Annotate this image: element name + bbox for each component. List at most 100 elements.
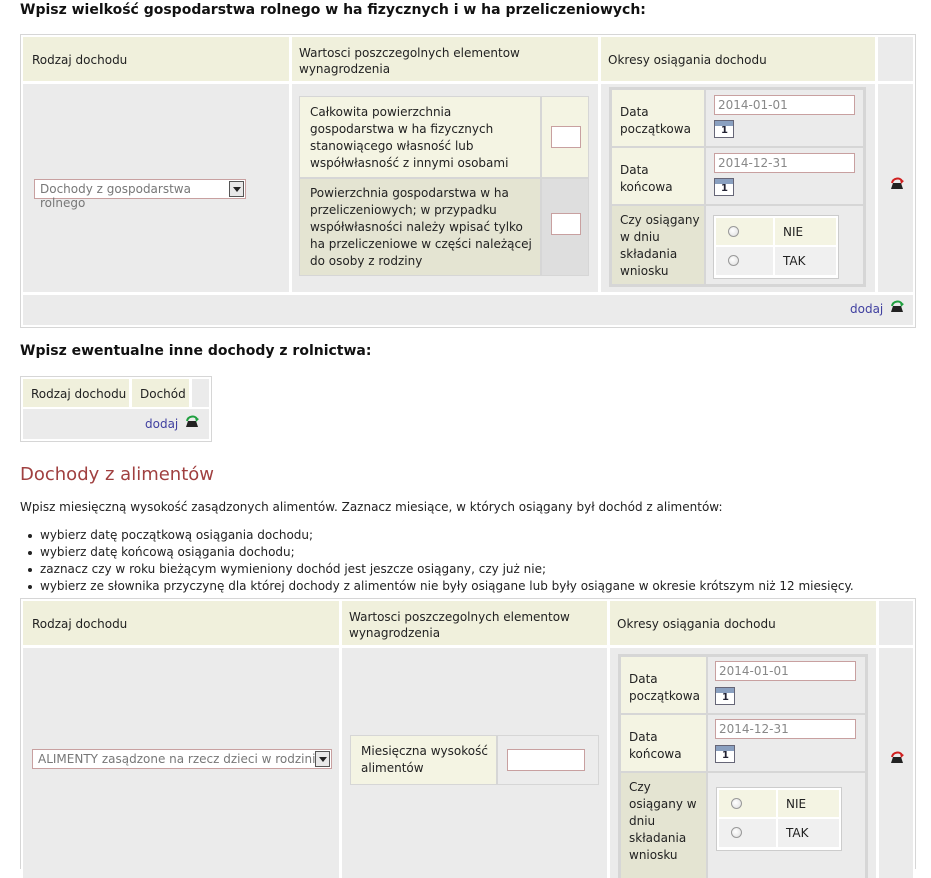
alimenty-input-cell: [498, 736, 598, 784]
czy-label: Czy osiągany w dniu składania wniosku: [620, 213, 700, 278]
actions-cell: [878, 84, 913, 292]
radio-nie-label-cell: NIE: [775, 218, 836, 245]
instruction-item: wybierz datę początkową osiągania dochod…: [20, 527, 920, 544]
date-end-value-cell: 2014-12-31 1: [708, 715, 865, 771]
alimenty-amount-input[interactable]: [507, 749, 585, 771]
section2-col-actions: [192, 379, 209, 407]
field2-input-cell: [542, 179, 588, 275]
date-end-input[interactable]: 2014-12-31: [714, 153, 855, 173]
wartosci-cell: Całkowita powierzchnia gospodarstwa w ha…: [292, 84, 598, 292]
date-end-label-cell: Data końcowa: [621, 715, 706, 771]
alimenty-type-select-value: ALIMENTY zasądzone na rzecz dzieci w rod…: [38, 752, 323, 766]
field1-label-cell: Całkowita powierzchnia gospodarstwa w ha…: [300, 97, 540, 177]
field2-input[interactable]: [551, 213, 581, 235]
actions-cell: [879, 648, 913, 878]
radio-nie-label: NIE: [783, 225, 804, 239]
alimenty-intro: Wpisz miesięczną wysokość zasądzonych al…: [20, 500, 723, 514]
date-start-input[interactable]: 2014-01-01: [715, 661, 856, 681]
radio-nie-cell: [719, 790, 776, 817]
col-header-rodzaj-label: Rodzaj dochodu: [32, 617, 128, 631]
date-start-label: Data początkowa: [629, 672, 700, 703]
radio-tak-label: TAK: [786, 826, 809, 840]
section2-col-rodzaj-label: Rodzaj dochodu: [31, 387, 127, 401]
col-header-okresy: Okresy osiągania dochodu: [601, 37, 875, 81]
czy-value-cell: NIE TAK: [706, 206, 863, 284]
field1-input[interactable]: [551, 126, 581, 148]
date-end-label: Data końcowa: [620, 163, 673, 194]
instruction-item: wybierz ze słownika przyczynę dla której…: [20, 578, 920, 595]
date-end-label: Data końcowa: [629, 730, 682, 761]
radio-tak-label-cell: TAK: [778, 819, 839, 847]
add-link[interactable]: dodaj: [850, 302, 883, 316]
alimenty-field-label: Miesięczna wysokość alimentów: [361, 744, 488, 775]
okresy-inner: Data początkowa 2014-01-01 1 Data końcow…: [618, 654, 868, 878]
col-header-okresy-label: Okresy osiągania dochodu: [617, 617, 776, 631]
col-header-wartosci-label: Wartosci poszczegolnych elementow wynagr…: [299, 46, 520, 76]
section1-table: Rodzaj dochodu Wartosci poszczegolnych e…: [20, 34, 916, 328]
radio-nie[interactable]: [731, 798, 742, 809]
instruction-item: zaznacz czy w roku bieżącym wymieniony d…: [20, 561, 920, 578]
czy-value-cell: NIE TAK: [708, 773, 865, 878]
section1-heading: Wpisz wielkość gospodarstwa rolnego w ha…: [20, 2, 646, 18]
col-header-rodzaj: Rodzaj dochodu: [23, 601, 339, 645]
radio-tak[interactable]: [731, 827, 742, 838]
field1-input-cell: [542, 97, 588, 177]
calendar-icon[interactable]: 1: [714, 120, 734, 138]
alimenty-type-select[interactable]: ALIMENTY zasądzone na rzecz dzieci w rod…: [32, 749, 332, 769]
radio-nie-label: NIE: [786, 797, 807, 811]
czy-label-cell: Czy osiągany w dniu składania wniosku: [612, 206, 704, 284]
radio-tak-cell: [716, 247, 773, 275]
rodzaj-cell: ALIMENTY zasądzone na rzecz dzieci w rod…: [23, 648, 339, 878]
col-header-okresy: Okresy osiągania dochodu: [610, 601, 876, 645]
alimenty-instructions: wybierz datę początkową osiągania dochod…: [20, 527, 920, 595]
chevron-down-icon[interactable]: [315, 751, 330, 767]
field2-label: Powierzchnia gospodarstwa w ha przelicze…: [310, 186, 532, 268]
calendar-icon[interactable]: 1: [715, 687, 735, 705]
remove-row-icon[interactable]: [888, 177, 906, 191]
col-header-rodzaj-label: Rodzaj dochodu: [32, 53, 128, 67]
radio-group: NIE TAK: [713, 215, 839, 279]
section1-footer: dodaj: [23, 295, 913, 325]
date-end-input[interactable]: 2014-12-31: [715, 719, 856, 739]
add-row-icon[interactable]: [183, 415, 201, 429]
date-end-value-cell: 2014-12-31 1: [706, 148, 863, 204]
section3-table: Rodzaj dochodu Wartosci poszczegolnych e…: [20, 598, 916, 878]
radio-tak-cell: [719, 819, 776, 847]
field2-label-cell: Powierzchnia gospodarstwa w ha przelicze…: [300, 179, 540, 275]
col-header-wartosci-label: Wartosci poszczegolnych elementow wynagr…: [349, 610, 570, 640]
radio-tak-label: TAK: [783, 254, 806, 268]
radio-nie-label-cell: NIE: [778, 790, 839, 817]
col-header-wartosci: Wartosci poszczegolnych elementow wynagr…: [342, 601, 607, 645]
radio-tak[interactable]: [728, 255, 739, 266]
alimenty-field-label-cell: Miesięczna wysokość alimentów: [351, 736, 496, 784]
section2-col-dochod: Dochód: [132, 379, 189, 407]
wartosci-inner: Miesięczna wysokość alimentów: [350, 735, 599, 785]
radio-nie[interactable]: [728, 226, 739, 237]
chevron-down-icon[interactable]: [229, 181, 244, 197]
income-type-select[interactable]: Dochody z gospodarstwa rolnego: [34, 179, 246, 210]
col-header-actions: [879, 601, 913, 645]
alimenty-title: Dochody z alimentów: [20, 464, 215, 485]
add-link[interactable]: dodaj: [145, 417, 178, 431]
section2-col-rodzaj: Rodzaj dochodu: [23, 379, 129, 407]
rodzaj-cell: Dochody z gospodarstwa rolnego: [23, 84, 289, 292]
wartosci-inner: Całkowita powierzchnia gospodarstwa w ha…: [299, 96, 589, 276]
section2-table: Rodzaj dochodu Dochód dodaj: [20, 376, 212, 442]
field1-label: Całkowita powierzchnia gospodarstwa w ha…: [310, 105, 509, 170]
date-end-label-cell: Data końcowa: [612, 148, 704, 204]
calendar-icon[interactable]: 1: [714, 178, 734, 196]
date-start-value-cell: 2014-01-01 1: [708, 657, 865, 713]
date-start-label-cell: Data początkowa: [612, 90, 704, 146]
income-type-select-value: Dochody z gospodarstwa rolnego: [40, 182, 191, 210]
calendar-icon[interactable]: 1: [715, 745, 735, 763]
section2-footer: dodaj: [23, 409, 209, 439]
add-row-icon[interactable]: [888, 300, 906, 314]
section2-heading: Wpisz ewentualne inne dochody z rolnictw…: [20, 343, 372, 359]
section2-col-dochod-label: Dochód: [140, 387, 186, 401]
col-header-okresy-label: Okresy osiągania dochodu: [608, 53, 767, 67]
radio-group: NIE TAK: [716, 787, 842, 851]
remove-row-icon[interactable]: [888, 751, 906, 765]
czy-label: Czy osiągany w dniu składania wniosku: [629, 780, 697, 862]
date-start-input[interactable]: 2014-01-01: [714, 95, 855, 115]
radio-nie-cell: [716, 218, 773, 245]
